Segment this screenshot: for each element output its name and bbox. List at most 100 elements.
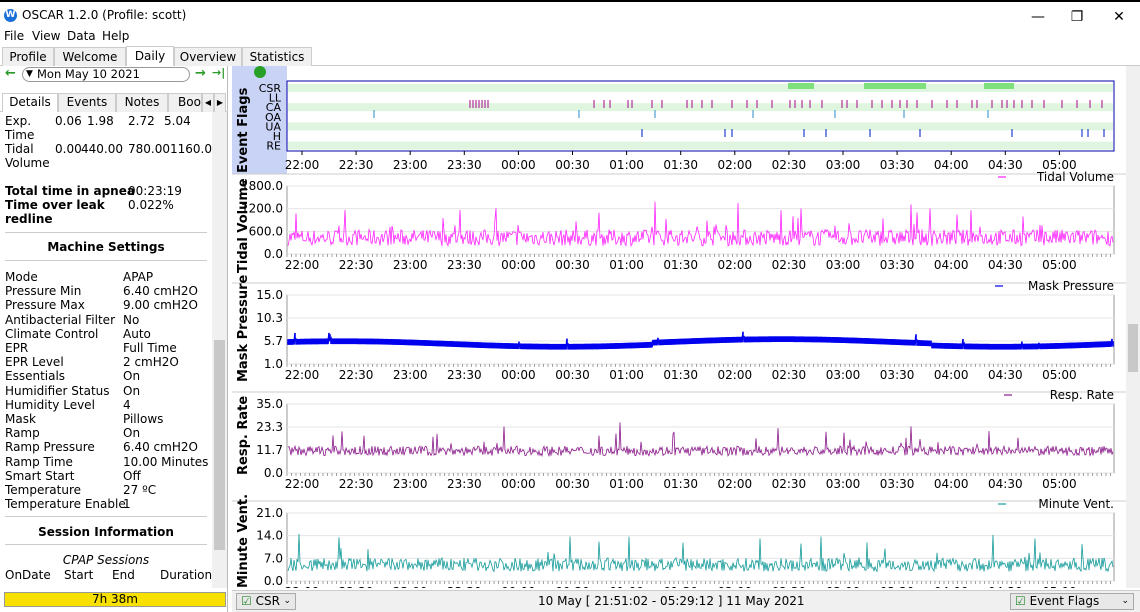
- setting-value: 10.00 Minutes: [123, 454, 209, 469]
- plot-area: [286, 512, 1115, 582]
- setting-value: On: [123, 426, 141, 441]
- chevron-down-icon: ⌄: [1121, 596, 1129, 606]
- setting-value: APAP: [123, 270, 154, 284]
- x-tick-label: 01:30: [663, 368, 698, 382]
- tab-details[interactable]: Details: [2, 93, 58, 112]
- x-tick-label: 02:00: [718, 368, 753, 382]
- next-day-button[interactable]: →: [195, 66, 206, 81]
- csr-event-mark: [864, 83, 926, 89]
- x-tick-label: 04:30: [988, 368, 1023, 382]
- chevron-down-icon: ▼: [26, 69, 33, 79]
- x-tick-label: 02:30: [772, 368, 807, 382]
- col-duration: Duration: [160, 568, 212, 582]
- col-start: Start: [64, 568, 94, 582]
- close-button[interactable]: ✕: [1097, 6, 1140, 28]
- scrollbar-thumb[interactable]: [214, 340, 225, 550]
- x-tick-label: 00:00: [501, 477, 536, 491]
- x-tick-label: 03:00: [826, 258, 861, 272]
- tidal-volume-label-2: Volume: [5, 156, 50, 170]
- x-tick-label: 22:30: [339, 368, 374, 382]
- exp-time-label-2: Time: [5, 128, 35, 142]
- date-range: 10 May [ 21:51:02 - 05:29:12 ] 11 May 20…: [538, 594, 805, 608]
- prev-day-button[interactable]: ←: [5, 66, 16, 81]
- x-tick-label: 22:00: [285, 585, 320, 588]
- y-tick-label: 1.0: [264, 357, 283, 371]
- x-tick-label: 03:30: [880, 368, 915, 382]
- resp-rate-ylabel: Resp. Rate: [236, 395, 251, 475]
- detail-tabs: Details Events Notes Book ◀ ▶: [0, 93, 228, 112]
- graph-legend: Mask Pressure: [1028, 279, 1114, 293]
- setting-label: Ramp Time: [5, 454, 73, 469]
- window-title: OSCAR 1.2.0 (Profile: scott): [22, 8, 187, 22]
- app-icon: W: [4, 9, 17, 22]
- graphs-canvas[interactable]: CSRLLCAOAUAHRE22:00 22:30 23:00 23:30 00:00 0…: [232, 66, 1126, 588]
- x-tick-label: 02:30: [772, 477, 807, 491]
- setting-value: 4: [123, 397, 131, 412]
- setting-label: Humidity Level: [5, 397, 95, 412]
- scrollbar-thumb[interactable]: [1128, 324, 1138, 372]
- event-flags-selector[interactable]: ☑ Event Flags ⌄: [1010, 593, 1134, 610]
- last-day-button[interactable]: →|: [212, 66, 225, 79]
- x-tick-label: 00:00: [501, 368, 536, 382]
- pin-icon: [254, 66, 266, 78]
- tab-daily[interactable]: Daily: [126, 46, 174, 66]
- tidal-volume-max: 780.001160.00: [128, 142, 212, 156]
- x-tick-label: 22:30: [339, 258, 374, 272]
- csr-selector[interactable]: ☑ CSR ⌄: [236, 593, 296, 610]
- date-selector[interactable]: ▼ Mon May 10 2021: [22, 67, 190, 82]
- tab-scroll-left-icon[interactable]: ◀: [202, 93, 214, 112]
- x-tick-label: 22:30: [339, 585, 374, 588]
- setting-value: Auto: [123, 326, 151, 341]
- details-scrollbar[interactable]: [212, 112, 227, 588]
- x-tick-label: 22:00: [285, 158, 320, 172]
- session-duration-bar[interactable]: 7h 38m: [4, 592, 226, 607]
- x-tick-label: 03:30: [880, 477, 915, 491]
- setting-value: On: [123, 369, 141, 384]
- tab-statistics[interactable]: Statistics: [242, 47, 312, 66]
- graphs-scrollbar[interactable]: [1126, 66, 1140, 588]
- x-tick-label: 23:00: [393, 585, 428, 588]
- x-tick-label: 22:30: [339, 158, 374, 172]
- setting-value: 1: [123, 497, 131, 512]
- x-tick-label: 04:00: [934, 585, 969, 588]
- divider: [5, 516, 207, 517]
- x-tick-label: 02:00: [718, 585, 753, 588]
- x-tick-label: 02:00: [718, 258, 753, 272]
- x-tick-label: 01:00: [609, 368, 644, 382]
- setting-value: Pillows: [123, 412, 164, 426]
- graph-legend: Tidal Volume: [1036, 170, 1114, 184]
- setting-value: Off: [123, 468, 141, 483]
- x-tick-label: 01:00: [609, 477, 644, 491]
- x-tick-label: 00:30: [555, 585, 590, 588]
- x-tick-label: 04:30: [988, 258, 1023, 272]
- menu-file[interactable]: File: [4, 29, 24, 43]
- x-tick-label: 00:30: [555, 258, 590, 272]
- y-tick-label: 5.7: [264, 334, 283, 348]
- tab-profile[interactable]: Profile: [2, 47, 54, 66]
- x-tick-label: 23:30: [447, 158, 482, 172]
- setting-value: 6.40 cmH2O: [123, 284, 198, 299]
- chevron-down-icon: ⌄: [283, 596, 291, 606]
- date-navigation: ← ▼ Mon May 10 2021 → →|: [0, 66, 228, 86]
- tab-overview[interactable]: Overview: [174, 47, 242, 66]
- setting-label: Ramp: [5, 426, 40, 441]
- details-panel: Exp. Time 0.06 1.98 2.72 5.04 Tidal Volu…: [0, 112, 212, 588]
- x-tick-label: 01:30: [663, 258, 698, 272]
- tab-welcome[interactable]: Welcome: [54, 47, 126, 66]
- tab-scroll-right-icon[interactable]: ▶: [214, 93, 226, 112]
- x-tick-label: 00:00: [501, 258, 536, 272]
- x-tick-label: 22:30: [339, 477, 374, 491]
- setting-value: No: [123, 312, 140, 327]
- apnea-label: Total time in apnea: [5, 184, 135, 198]
- x-tick-label: 05:00: [1042, 585, 1077, 588]
- left-panel: ← ▼ Mon May 10 2021 → →| Details Events …: [0, 66, 228, 612]
- menu-view[interactable]: View: [32, 29, 60, 43]
- menu-data[interactable]: Data: [67, 29, 96, 43]
- maximize-button[interactable]: ❐: [1055, 6, 1099, 28]
- minimize-button[interactable]: —: [1016, 6, 1060, 28]
- tab-events[interactable]: Events: [58, 93, 116, 112]
- menu-bar: File View Data Help: [0, 28, 1140, 46]
- tab-bookmarks[interactable]: Book: [168, 93, 202, 112]
- tab-notes[interactable]: Notes: [116, 93, 168, 112]
- menu-help[interactable]: Help: [102, 29, 129, 43]
